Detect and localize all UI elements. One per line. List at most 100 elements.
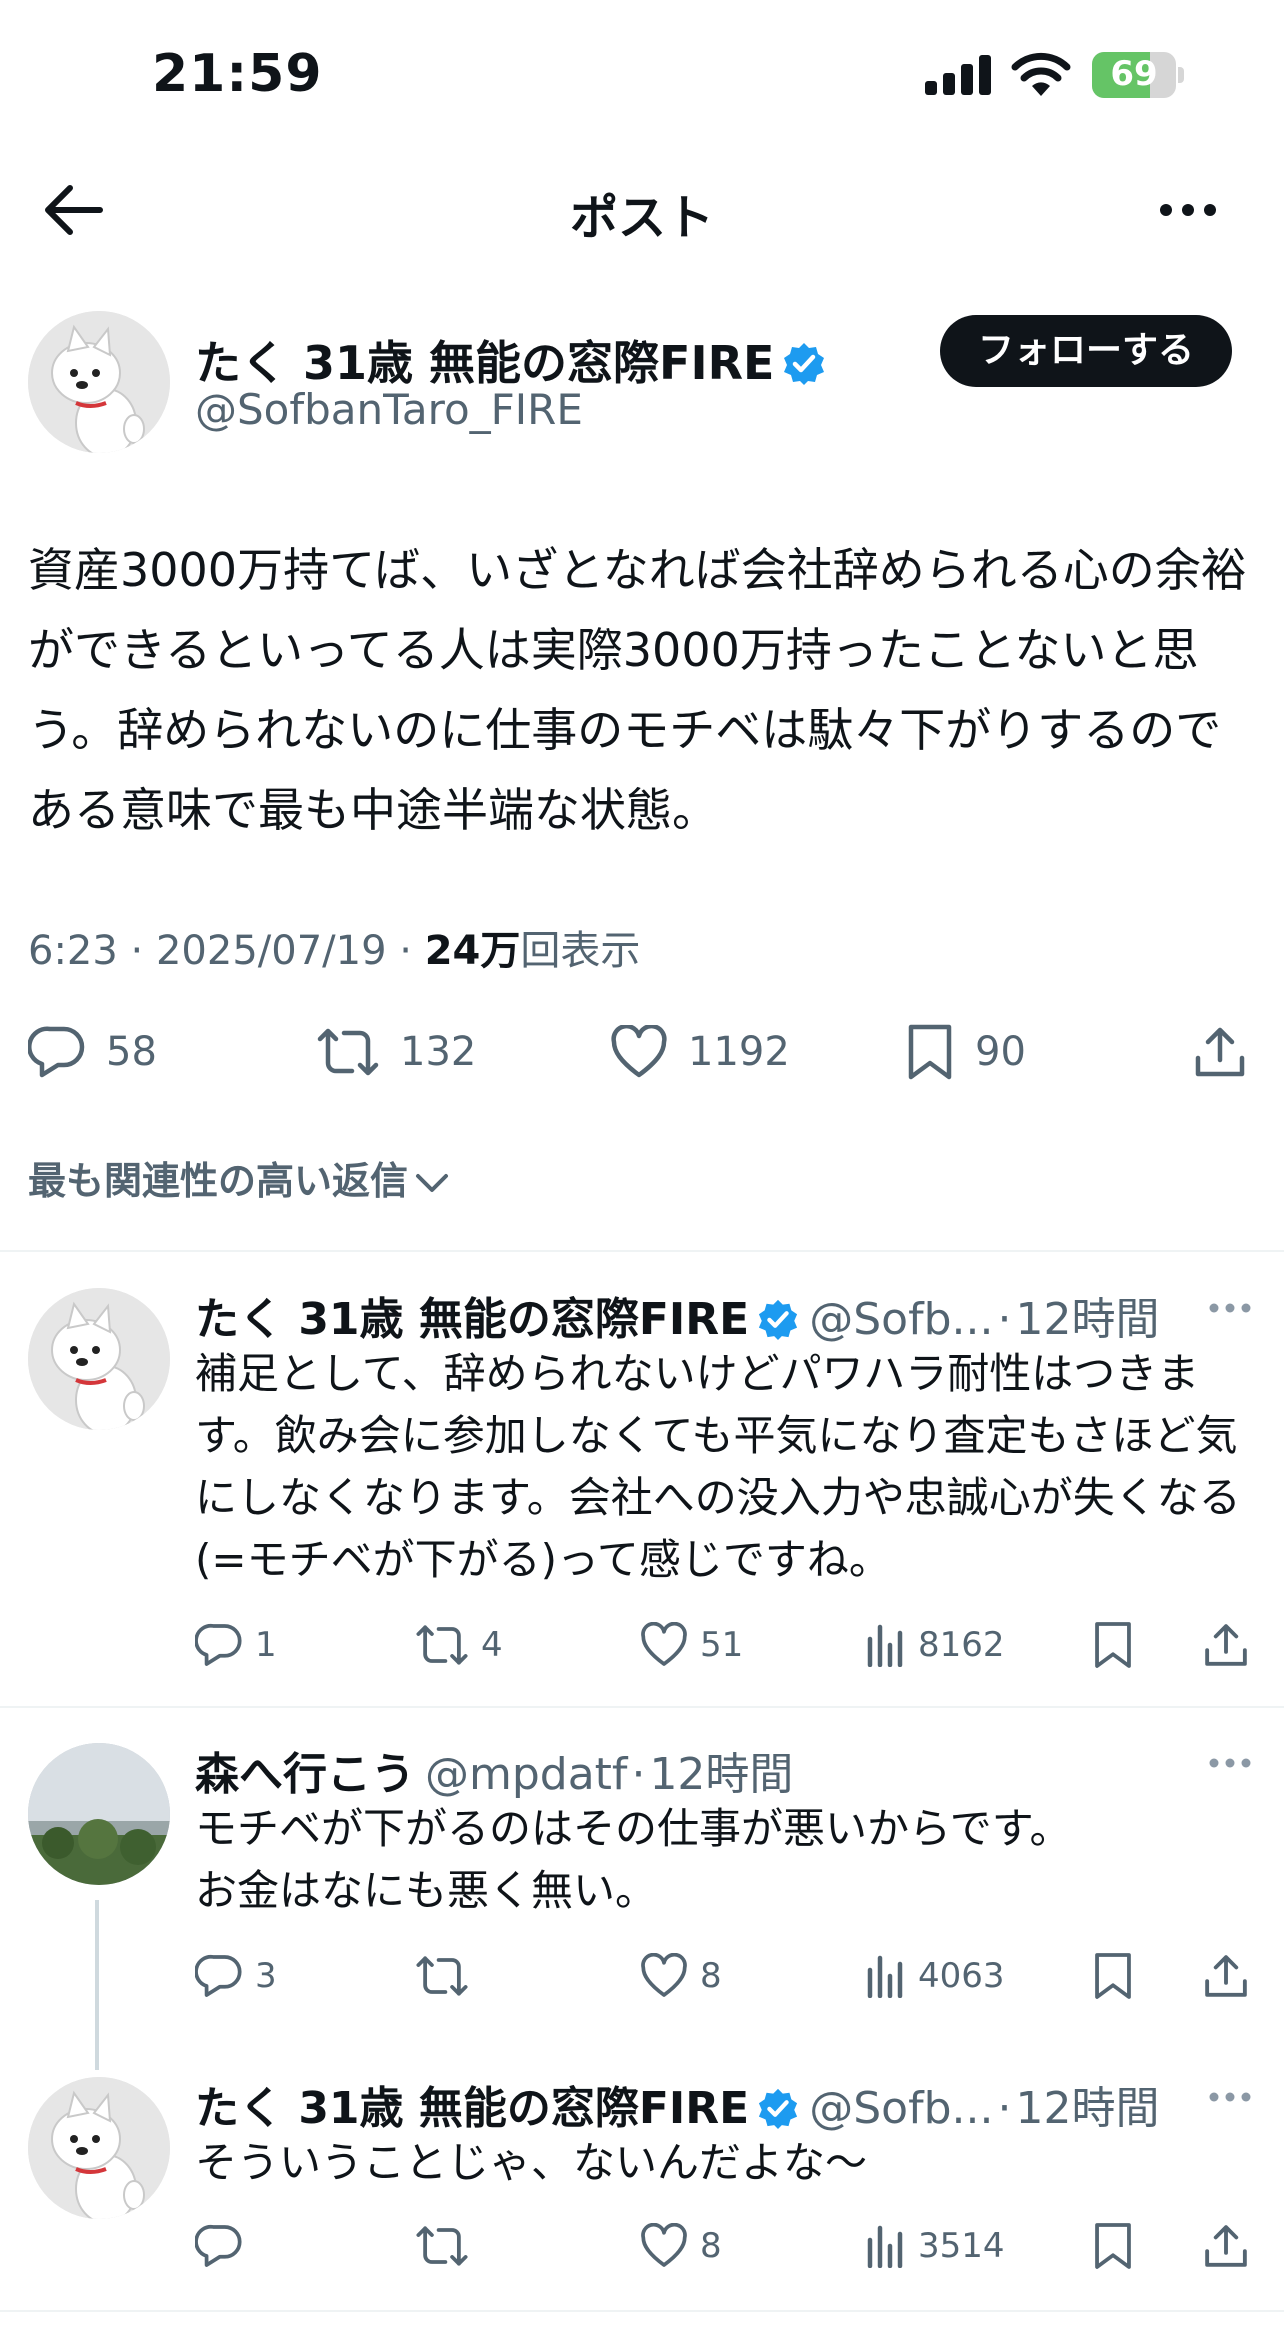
share-button[interactable] xyxy=(1202,2216,1250,2276)
share-button[interactable] xyxy=(1192,1022,1248,1082)
avatar[interactable] xyxy=(28,1288,170,1430)
like-button[interactable]: 8 xyxy=(640,1946,722,2006)
bookmark-button[interactable] xyxy=(1092,2216,1134,2276)
chevron-down-icon xyxy=(416,1174,449,1192)
post-time[interactable]: 6:23 xyxy=(28,928,118,974)
reply-count: 3 xyxy=(255,1956,277,1996)
repost-button[interactable] xyxy=(415,1946,481,2006)
view-count-suffix: 回表示 xyxy=(520,928,641,974)
reply-icon xyxy=(195,2224,242,2267)
reply-button[interactable]: 1 xyxy=(195,1615,277,1675)
reply-text: そういうことじゃ、ないんだよな〜 xyxy=(195,2138,868,2187)
share-button[interactable] xyxy=(1202,1946,1250,2006)
meta-separator: · xyxy=(997,2083,1012,2134)
nav-bar: ポスト xyxy=(0,150,1284,270)
view-count[interactable]: 24万 xyxy=(425,928,521,974)
heart-icon xyxy=(611,1025,667,1078)
views-button[interactable]: 8162 xyxy=(866,1615,1005,1675)
bookmark-icon xyxy=(1095,1622,1131,1668)
reply-author-name[interactable]: たく 31歳 無能の窓際FIRE xyxy=(195,1294,749,1345)
post-date[interactable]: 2025/07/19 xyxy=(156,928,387,974)
repost-icon xyxy=(416,1956,468,1996)
reply-icon xyxy=(28,1026,85,1078)
like-count: 8 xyxy=(700,1956,722,1996)
like-button[interactable]: 8 xyxy=(640,2216,722,2276)
share-icon xyxy=(1195,1027,1245,1077)
avatar[interactable] xyxy=(28,2077,170,2219)
bookmark-icon xyxy=(1095,1953,1131,1999)
repost-button[interactable]: 4 xyxy=(415,1615,503,1675)
post-header: たく 31歳 無能の窓際FIRE @SofbanTaro_FIRE フォローする xyxy=(0,305,1284,455)
like-count: 1192 xyxy=(688,1029,790,1075)
share-button[interactable] xyxy=(1202,1615,1250,1675)
reply-author-name[interactable]: 森へ行こう xyxy=(195,1749,415,1800)
author-name[interactable]: たく 31歳 無能の窓際FIRE xyxy=(195,327,826,393)
reply-header: 森へ行こう @mpdatf·12時間 xyxy=(195,1738,793,1802)
share-icon xyxy=(1205,2225,1247,2267)
verified-badge-icon xyxy=(759,2088,798,2129)
replies-sort-dropdown[interactable]: 最も関連性の高い返信 xyxy=(28,1150,450,1205)
view-count: 3514 xyxy=(918,2226,1005,2266)
thread-line xyxy=(95,1900,99,2070)
reply-button[interactable]: 58 xyxy=(28,1022,157,1082)
more-horizontal-icon[interactable] xyxy=(1158,200,1218,220)
divider xyxy=(0,1706,1284,1708)
repost-icon xyxy=(416,2226,468,2266)
status-bar: 21:59 69 xyxy=(0,0,1284,150)
battery-body: 69 xyxy=(1092,52,1176,98)
view-count: 8162 xyxy=(918,1625,1005,1665)
page-title: ポスト xyxy=(569,190,714,246)
like-count: 51 xyxy=(700,1625,744,1665)
more-horizontal-icon[interactable] xyxy=(1208,1756,1252,1770)
avatar[interactable] xyxy=(28,1743,170,1885)
reply-handle[interactable]: @Sofb... xyxy=(809,1294,993,1345)
heart-icon xyxy=(641,2223,687,2267)
reply-button[interactable] xyxy=(195,2216,255,2276)
reply-button[interactable]: 3 xyxy=(195,1946,277,2006)
reply-time[interactable]: 12時間 xyxy=(1015,2083,1159,2134)
views-button[interactable]: 4063 xyxy=(866,1946,1005,2006)
reply-header: たく 31歳 無能の窓際FIRE @Sofb...·12時間 xyxy=(195,2072,1159,2136)
view-count: 4063 xyxy=(918,1956,1005,1996)
repost-button[interactable]: 132 xyxy=(316,1022,476,1082)
reply-time[interactable]: 12時間 xyxy=(1015,1294,1159,1345)
meta-separator: · xyxy=(997,1294,1012,1345)
repost-button[interactable] xyxy=(415,2216,481,2276)
analytics-icon xyxy=(867,1624,903,1667)
analytics-icon xyxy=(867,2225,903,2268)
like-button[interactable]: 51 xyxy=(640,1615,743,1675)
reply-handle[interactable]: @Sofb... xyxy=(809,2083,993,2134)
like-button[interactable]: 1192 xyxy=(610,1022,790,1082)
landscape-avatar-icon xyxy=(28,1743,170,1885)
views-button[interactable]: 3514 xyxy=(866,2216,1005,2276)
reply-text: 補足として、辞められないけどパワハラ耐性はつきます。飲み会に参加しなくても平気に… xyxy=(195,1349,1241,1584)
heart-icon xyxy=(641,1953,687,1997)
share-icon xyxy=(1205,1955,1247,1997)
reply-icon xyxy=(195,1954,242,1997)
reply-author-name[interactable]: たく 31歳 無能の窓際FIRE xyxy=(195,2083,749,2134)
battery-cap xyxy=(1178,67,1184,83)
more-horizontal-icon[interactable] xyxy=(1208,2090,1252,2104)
wifi-icon xyxy=(1011,52,1071,96)
reply-header: たく 31歳 無能の窓際FIRE @Sofb...·12時間 xyxy=(195,1283,1159,1347)
reply-count: 1 xyxy=(255,1625,277,1665)
meta-separator: · xyxy=(631,1749,646,1800)
share-icon xyxy=(1205,1624,1247,1666)
reply-handle[interactable]: @mpdatf xyxy=(425,1749,627,1800)
avatar[interactable] xyxy=(28,311,170,453)
reply-time[interactable]: 12時間 xyxy=(649,1749,793,1800)
meta-separator: · xyxy=(399,928,412,974)
reply-icon xyxy=(195,1623,242,1666)
repost-count: 4 xyxy=(481,1625,503,1665)
bookmark-button[interactable] xyxy=(1092,1615,1134,1675)
divider xyxy=(0,1250,1284,1252)
more-horizontal-icon[interactable] xyxy=(1208,1301,1252,1315)
meta-separator: · xyxy=(130,928,144,974)
follow-button[interactable]: フォローする xyxy=(940,315,1232,387)
dog-avatar-icon xyxy=(28,311,170,453)
reply-text: モチベが下がるのはその仕事が悪いからです。 お金はなにも悪く無い。 xyxy=(195,1804,1072,1915)
cellular-signal-icon xyxy=(925,55,991,95)
bookmark-button[interactable]: 90 xyxy=(905,1022,1026,1082)
bookmark-button[interactable] xyxy=(1092,1946,1134,2006)
author-handle[interactable]: @SofbanTaro_FIRE xyxy=(195,385,583,434)
